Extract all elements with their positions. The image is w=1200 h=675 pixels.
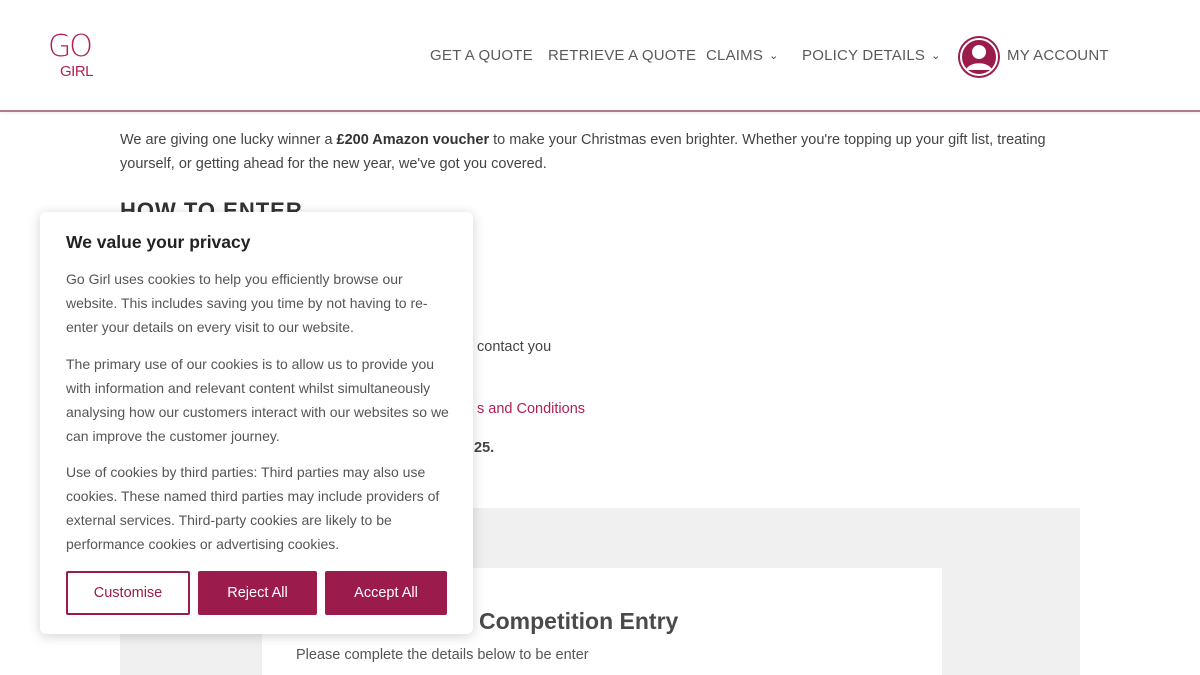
site-header: GO GIRL GET A QUOTE RETRIEVE A QUOTE CLA… [0, 0, 1200, 112]
cookie-paragraph-1: Go Girl uses cookies to help you efficie… [66, 271, 428, 335]
intro-text-start: We are giving one lucky winner a [120, 132, 337, 148]
nav-claims-label: CLAIMS [706, 47, 764, 64]
nav-retrieve-a-quote[interactable]: RETRIEVE A QUOTE [548, 47, 696, 64]
nav-policy-details[interactable]: POLICY DETAILS ⌄ [802, 47, 941, 64]
how-to-enter-heading: HOW TO ENTER [120, 198, 303, 212]
reject-all-button[interactable]: Reject All [198, 571, 317, 615]
logo-text-go: GO [48, 29, 93, 64]
intro-voucher-highlight: £200 Amazon voucher [336, 132, 490, 148]
chevron-down-icon: ⌄ [931, 50, 941, 62]
competition-entry-subtitle: Please complete the details below to be … [296, 647, 589, 663]
nav-my-account[interactable]: MY ACCOUNT [1007, 47, 1109, 64]
accept-all-button[interactable]: Accept All [325, 571, 447, 615]
logo-text-girl: GIRL [60, 63, 94, 80]
terms-and-conditions-link[interactable]: s and Conditions [477, 401, 585, 417]
nav-claims[interactable]: CLAIMS ⌄ [706, 47, 778, 64]
competition-entry-title: Competition Entry [479, 608, 679, 634]
go-girl-logo[interactable]: GO GIRL [48, 32, 110, 84]
cookie-paragraph-2: The primary use of our cookies is to all… [66, 356, 449, 444]
cookie-consent-dialog: We value your privacy Go Girl uses cooki… [40, 212, 473, 634]
user-avatar-icon[interactable] [958, 36, 1000, 78]
chevron-down-icon: ⌄ [769, 50, 779, 62]
nav-get-a-quote[interactable]: GET A QUOTE [430, 47, 533, 64]
customise-button[interactable]: Customise [66, 571, 190, 615]
cookie-title: We value your privacy [66, 232, 251, 252]
closing-date-text: 25. [474, 440, 495, 456]
cookie-paragraph-3: Use of cookies by third parties: Third p… [66, 464, 440, 552]
intro-paragraph: We are giving one lucky winner a £200 Am… [120, 128, 1060, 176]
entry-step-text: contact you [477, 339, 552, 355]
nav-policy-details-label: POLICY DETAILS [802, 47, 926, 64]
